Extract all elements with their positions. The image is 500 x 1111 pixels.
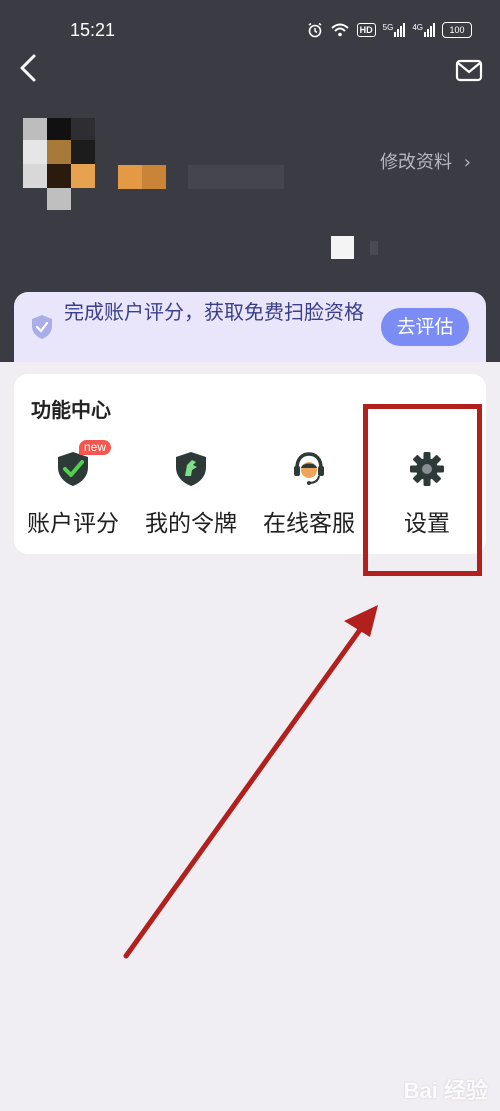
alarm-icon bbox=[308, 22, 322, 38]
baidu-watermark: Bai 经验 bbox=[403, 1078, 488, 1103]
function-item-label: 账户评分 bbox=[27, 511, 119, 537]
token-shield-icon bbox=[176, 452, 206, 486]
new-badge: new bbox=[79, 440, 112, 455]
function-item-label: 我的令牌 bbox=[145, 511, 237, 537]
avatar[interactable] bbox=[23, 118, 95, 210]
function-item-account-score[interactable]: new 账户评分 bbox=[14, 440, 132, 544]
username-blurred bbox=[118, 165, 284, 189]
account-score-banner: 完成账户评分，获取免费扫脸资格 去评估 bbox=[14, 292, 486, 362]
annotation-highlight-box bbox=[363, 404, 482, 576]
blurred-block-small bbox=[370, 241, 378, 255]
hd-icon: HD bbox=[356, 23, 376, 37]
battery-icon: 100 bbox=[442, 22, 472, 38]
signal-4g-label: 4G bbox=[412, 23, 423, 32]
function-item-label: 在线客服 bbox=[263, 511, 355, 537]
banner-text: 完成账户评分，获取免费扫脸资格 bbox=[64, 300, 364, 324]
signal-5g-label: 5G bbox=[382, 23, 394, 32]
signal-4g-icon: 4G bbox=[412, 23, 435, 37]
function-item-online-service[interactable]: 在线客服 bbox=[250, 444, 368, 544]
blurred-block bbox=[331, 236, 354, 259]
edit-profile-label: 修改资料 bbox=[380, 152, 452, 173]
mail-icon[interactable] bbox=[455, 58, 483, 84]
evaluate-button[interactable]: 去评估 bbox=[381, 308, 469, 346]
chevron-right-icon: › bbox=[463, 152, 471, 173]
shield-icon bbox=[32, 315, 52, 339]
status-icons: HD 5G 4G 100 bbox=[307, 22, 472, 38]
function-center-title: 功能中心 bbox=[31, 398, 111, 422]
edit-profile-link[interactable]: 修改资料 › bbox=[380, 148, 471, 174]
customer-service-icon bbox=[294, 452, 324, 485]
function-item-my-token[interactable]: 我的令牌 bbox=[132, 444, 250, 544]
shield-check-icon bbox=[58, 452, 88, 486]
status-bar: 15:21 HD 5G 4G 100 bbox=[0, 18, 500, 48]
wifi-icon bbox=[330, 23, 349, 37]
signal-5g-icon: 5G bbox=[383, 23, 406, 37]
back-arrow-icon[interactable] bbox=[14, 50, 46, 86]
status-time: 15:21 bbox=[70, 20, 116, 40]
